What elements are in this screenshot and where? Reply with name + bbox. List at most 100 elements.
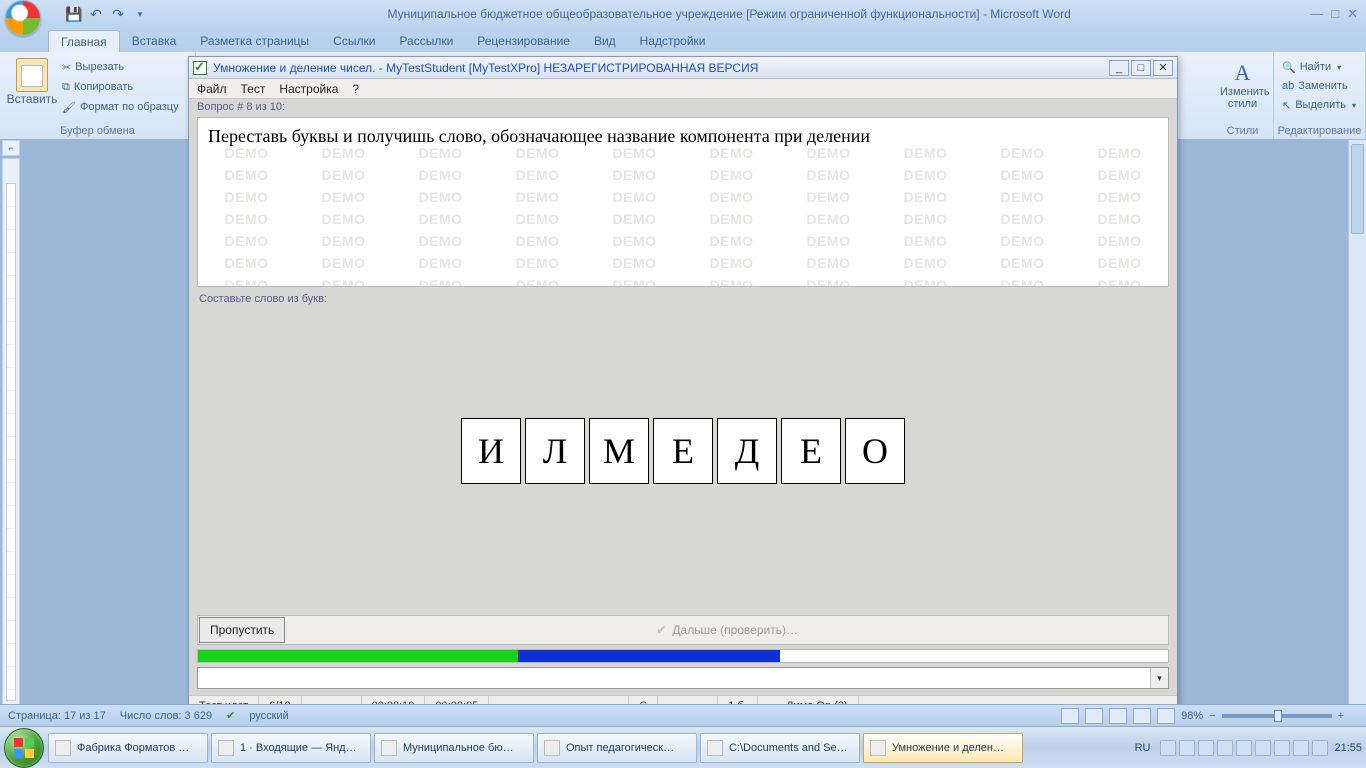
view-web-button[interactable] xyxy=(1109,708,1127,724)
letter-tiles: И Л М Е Д Е О xyxy=(189,311,1177,591)
paste-label: Вставить xyxy=(7,92,58,106)
tab-home[interactable]: Главная xyxy=(48,30,120,52)
menu-settings[interactable]: Настройка xyxy=(279,82,338,96)
tray-icon[interactable] xyxy=(1198,740,1214,756)
tray-icon[interactable] xyxy=(1274,740,1290,756)
tray-icon[interactable] xyxy=(1312,740,1328,756)
word-statusbar: Страница: 17 из 17 Число слов: 3 629 ✔ р… xyxy=(0,704,1366,726)
tab-insert[interactable]: Вставка xyxy=(120,30,189,52)
skip-button[interactable]: Пропустить xyxy=(199,617,285,643)
zoom-percent[interactable]: 98% xyxy=(1181,710,1203,722)
question-text: Переставь буквы и получишь слово, обозна… xyxy=(208,126,870,146)
mytest-maximize-button[interactable]: □ xyxy=(1131,60,1151,76)
start-button[interactable] xyxy=(4,728,44,768)
styles-icon: A xyxy=(1220,60,1265,86)
close-button[interactable]: ✕ xyxy=(1347,6,1358,22)
taskbar-item-label: Фабрика Форматов … xyxy=(77,742,189,754)
qat-dropdown-icon[interactable]: ▾ xyxy=(132,6,148,22)
vertical-ruler[interactable] xyxy=(2,158,20,726)
app-icon xyxy=(707,740,723,756)
word-window-title: Муниципальное бюджетное общеобразователь… xyxy=(148,7,1310,21)
undo-icon[interactable]: ↶ xyxy=(88,6,104,22)
tab-page-layout[interactable]: Разметка страницы xyxy=(188,30,321,52)
format-painter-button[interactable]: 🖌Формат по образцу xyxy=(62,98,179,116)
question-counter: Вопрос # 8 из 10: xyxy=(189,99,1177,117)
letter-tile[interactable]: Е xyxy=(781,418,841,484)
menu-test[interactable]: Тест xyxy=(241,82,266,96)
letter-tile[interactable]: Л xyxy=(525,418,585,484)
redo-icon[interactable]: ↷ xyxy=(110,6,126,22)
copy-button[interactable]: ⧉Копировать xyxy=(62,78,179,96)
taskbar-item[interactable]: Опыт педагогическ… xyxy=(537,733,697,763)
letter-tile[interactable]: О xyxy=(845,418,905,484)
mytest-minimize-button[interactable]: _ xyxy=(1109,60,1129,76)
clock[interactable]: 21:55 xyxy=(1334,742,1362,754)
find-button[interactable]: 🔍Найти▾ xyxy=(1282,58,1357,76)
tab-review[interactable]: Рецензирование xyxy=(465,30,582,52)
status-language[interactable]: русский xyxy=(249,710,288,722)
tray-icon[interactable] xyxy=(1160,740,1176,756)
tab-mailings[interactable]: Рассылки xyxy=(387,30,465,52)
replace-icon: ab xyxy=(1282,80,1294,92)
ruler-corner[interactable]: ⌐ xyxy=(2,140,20,156)
select-button[interactable]: ↖Выделить▾ xyxy=(1282,96,1357,114)
zoom-slider[interactable] xyxy=(1222,714,1332,718)
mytest-close-button[interactable]: ✕ xyxy=(1153,60,1173,76)
binoculars-icon: 🔍 xyxy=(1282,61,1296,74)
zoom-out-button[interactable]: − xyxy=(1209,710,1215,722)
taskbar-item-label: C:\Documents and Se… xyxy=(729,742,848,754)
letter-tile[interactable]: Д xyxy=(717,418,777,484)
change-styles-button[interactable]: A Изменить стили xyxy=(1220,54,1265,110)
taskbar-item[interactable]: Муниципальное бю… xyxy=(374,733,534,763)
letter-tile[interactable]: И xyxy=(461,418,521,484)
zoom-slider-thumb[interactable] xyxy=(1274,710,1282,722)
taskbar-item[interactable]: 1 · Входящие — Янд… xyxy=(211,733,371,763)
tray-icon[interactable] xyxy=(1217,740,1233,756)
language-indicator[interactable]: RU xyxy=(1135,742,1151,754)
status-page[interactable]: Страница: 17 из 17 xyxy=(8,710,106,722)
taskbar-item[interactable]: C:\Documents and Se… xyxy=(700,733,860,763)
taskbar-item[interactable]: Умножение и делен… xyxy=(863,733,1023,763)
mytest-titlebar[interactable]: Умножение и деление чисел. - MyTestStude… xyxy=(189,57,1177,79)
menu-help[interactable]: ? xyxy=(352,82,359,96)
question-box: Переставь буквы и получишь слово, обозна… xyxy=(197,117,1169,287)
tab-references[interactable]: Ссылки xyxy=(321,30,387,52)
tab-addins[interactable]: Надстройки xyxy=(628,30,718,52)
view-fullscreen-button[interactable] xyxy=(1085,708,1103,724)
letter-tile[interactable]: Е xyxy=(653,418,713,484)
tray-icon[interactable] xyxy=(1179,740,1195,756)
tray-icon[interactable] xyxy=(1255,740,1271,756)
scissors-icon: ✂ xyxy=(62,61,71,74)
find-label: Найти xyxy=(1300,61,1331,73)
status-wordcount[interactable]: Число слов: 3 629 xyxy=(120,710,212,722)
view-print-layout-button[interactable] xyxy=(1061,708,1079,724)
status-proof-icon[interactable]: ✔ xyxy=(226,709,235,722)
ribbon-group-editing: 🔍Найти▾ abЗаменить ↖Выделить▾ Редактиров… xyxy=(1274,52,1366,139)
copy-icon: ⧉ xyxy=(62,81,70,94)
view-outline-button[interactable] xyxy=(1133,708,1151,724)
view-draft-button[interactable] xyxy=(1157,708,1175,724)
minimize-button[interactable]: — xyxy=(1310,6,1323,22)
answer-dropdown-button[interactable]: ▾ xyxy=(1150,668,1168,688)
taskbar: Фабрика Форматов … 1 · Входящие — Янд…Мун… xyxy=(0,726,1366,768)
office-button[interactable] xyxy=(0,0,44,28)
replace-button[interactable]: abЗаменить xyxy=(1282,77,1357,95)
maximize-button[interactable]: □ xyxy=(1331,6,1339,22)
scrollbar-thumb[interactable] xyxy=(1351,144,1364,234)
menu-file[interactable]: Файл xyxy=(197,82,227,96)
cut-button[interactable]: ✂Вырезать xyxy=(62,58,179,76)
next-button[interactable]: ✔ Дальше (проверить)… xyxy=(286,623,1168,637)
mytest-window: Умножение и деление чисел. - MyTestStude… xyxy=(188,56,1178,716)
answer-input[interactable]: ▾ xyxy=(197,667,1169,689)
tray-icon[interactable] xyxy=(1236,740,1252,756)
ribbon-group-clipboard: Вставить ✂Вырезать ⧉Копировать 🖌Формат п… xyxy=(0,52,196,139)
save-icon[interactable]: 💾 xyxy=(66,6,82,22)
tray-icon[interactable] xyxy=(1293,740,1309,756)
tab-view[interactable]: Вид xyxy=(582,30,628,52)
app-icon xyxy=(870,740,886,756)
letter-tile[interactable]: М xyxy=(589,418,649,484)
paste-button[interactable]: Вставить xyxy=(8,54,56,106)
word-vertical-scrollbar[interactable] xyxy=(1348,140,1366,704)
taskbar-item[interactable]: Фабрика Форматов … xyxy=(48,733,208,763)
zoom-in-button[interactable]: + xyxy=(1338,710,1344,722)
